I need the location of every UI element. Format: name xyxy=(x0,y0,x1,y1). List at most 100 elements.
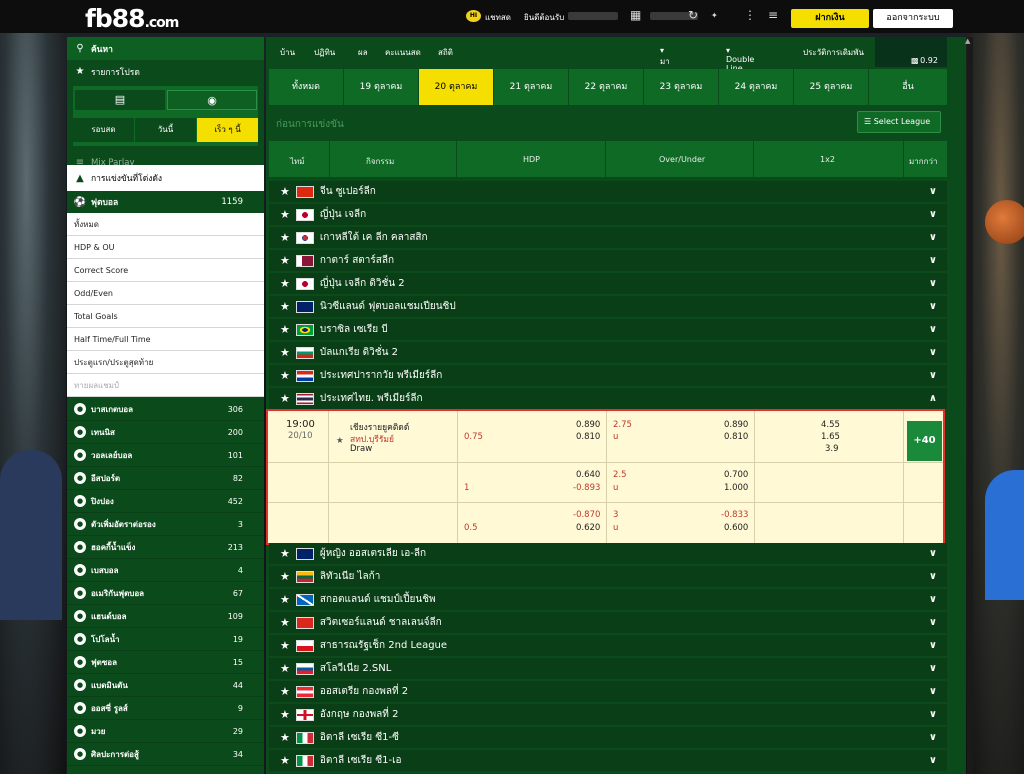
hdp-away-odds[interactable]: 0.810 xyxy=(576,432,600,442)
hdp-away-odds[interactable]: 0.620 xyxy=(576,523,600,533)
sport-item[interactable]: ● เทนนิส 200 xyxy=(67,421,264,444)
chevron-down-icon[interactable]: ∨ xyxy=(929,232,937,243)
under-odds[interactable]: 0.600 xyxy=(724,523,748,533)
deposit-button[interactable]: ฝากเงิน xyxy=(791,9,869,28)
league-row[interactable]: ★ อิตาลี เซเรีย ซี1-ซี ∨ xyxy=(269,727,947,749)
star-icon[interactable]: ★ xyxy=(280,300,290,313)
star-icon[interactable]: ★ xyxy=(280,685,290,698)
league-row[interactable]: ★ บัลแกเรีย ดิวิชั่น 2 ∨ xyxy=(269,342,947,364)
chevron-up-icon[interactable]: ∧ xyxy=(929,393,937,404)
sport-item[interactable]: ● ฟุตซอล 15 xyxy=(67,651,264,674)
chevron-down-icon[interactable]: ∨ xyxy=(929,686,937,697)
league-row[interactable]: ★ นิวซีแลนด์ ฟุตบอลแชมเปียนชิป ∨ xyxy=(269,296,947,318)
sport-item[interactable]: ● อเมริกันฟุตบอล 67 xyxy=(67,582,264,605)
league-row[interactable]: ★ ผู้หญิง ออสเตรเลีย เอ-ลีก ∨ xyxy=(269,543,947,565)
sport-item[interactable]: ● บาสเกตบอล 306 xyxy=(67,398,264,421)
odds-type-dropdown[interactable]: มาเลย์ ▾ xyxy=(660,46,672,79)
subtab-today[interactable]: วันนี้ xyxy=(135,118,196,142)
chevron-down-icon[interactable]: ∨ xyxy=(929,548,937,559)
hdp-home-odds[interactable]: 0.890 xyxy=(576,420,600,430)
chevron-down-icon[interactable]: ∨ xyxy=(929,209,937,220)
chevron-down-icon[interactable]: ∨ xyxy=(929,594,937,605)
chevron-down-icon[interactable]: ∨ xyxy=(929,278,937,289)
sport-item[interactable]: ● ปิงปอง 452 xyxy=(67,490,264,513)
over-odds[interactable]: -0.833 xyxy=(721,510,748,520)
balance-display[interactable]: ▩ 0.92 THB xyxy=(875,37,947,95)
chevron-down-icon[interactable]: ∨ xyxy=(929,663,937,674)
lottery-icon[interactable]: ✦ xyxy=(711,11,718,20)
sport-item[interactable]: ● มวย 29 xyxy=(67,720,264,743)
settings-icon[interactable]: ⋮ xyxy=(744,8,756,22)
refresh-icon[interactable]: ↻ xyxy=(688,8,698,22)
star-icon[interactable]: ★ xyxy=(280,254,290,267)
star-icon[interactable]: ★ xyxy=(280,277,290,290)
date-tab[interactable]: 23 ตุลาคม xyxy=(644,69,719,105)
home-win-odds[interactable]: 4.55 xyxy=(821,420,840,430)
league-row[interactable]: ★ ลิทัวเนีย ไลก้า ∨ xyxy=(269,566,947,588)
chat-icon[interactable]: HI xyxy=(466,10,481,22)
chevron-down-icon[interactable]: ∨ xyxy=(929,255,937,266)
soccer-sub-htft[interactable]: Half Time/Full Time xyxy=(67,328,264,351)
star-icon[interactable]: ★ xyxy=(280,570,290,583)
nav-results[interactable]: ผล xyxy=(358,46,368,59)
under-odds[interactable]: 1.000 xyxy=(724,483,748,493)
sport-item[interactable]: ● โปโลน้ำ 19 xyxy=(67,628,264,651)
logout-button[interactable]: ออกจากระบบ xyxy=(873,9,953,28)
sport-item[interactable]: ● แบดมินตัน 44 xyxy=(67,674,264,697)
draw-odds[interactable]: 3.9 xyxy=(825,444,839,454)
chevron-down-icon[interactable]: ∨ xyxy=(929,186,937,197)
favorite-star-icon[interactable]: ★ xyxy=(336,436,344,446)
star-icon[interactable]: ★ xyxy=(280,662,290,675)
chevron-down-icon[interactable]: ∨ xyxy=(929,732,937,743)
star-icon[interactable]: ★ xyxy=(280,346,290,359)
date-tab[interactable]: 21 ตุลาคม xyxy=(494,69,569,105)
chevron-down-icon[interactable]: ∨ xyxy=(929,640,937,651)
star-icon[interactable]: ★ xyxy=(280,754,290,767)
date-tab[interactable]: 25 ตุลาคม xyxy=(794,69,869,105)
chevron-down-icon[interactable]: ∨ xyxy=(929,571,937,582)
sport-item[interactable]: ● อีสปอร์ต 82 xyxy=(67,467,264,490)
chevron-down-icon[interactable]: ∨ xyxy=(929,370,937,381)
star-icon[interactable]: ★ xyxy=(280,708,290,721)
nav-stats[interactable]: สถิติ xyxy=(438,46,453,59)
soccer-sub-total-goals[interactable]: Total Goals xyxy=(67,305,264,328)
soccer-sub-all[interactable]: ทั้งหมด xyxy=(67,213,264,236)
star-icon[interactable]: ★ xyxy=(280,593,290,606)
sport-item[interactable]: ● ศิลปะการต่อสู้ 34 xyxy=(67,743,264,766)
sidebar-popular-matches[interactable]: ▲ การแข่งขันที่โด่งดัง xyxy=(67,165,264,191)
hdp-away-odds[interactable]: -0.893 xyxy=(573,483,600,493)
date-tab[interactable]: 24 ตุลาคม xyxy=(719,69,794,105)
star-icon[interactable]: ★ xyxy=(280,731,290,744)
live-chat-link[interactable]: แชทสด xyxy=(485,11,511,24)
site-logo[interactable]: fb88.com xyxy=(85,4,179,33)
bet-list-icon[interactable]: ≡ xyxy=(768,8,778,22)
star-icon[interactable]: ★ xyxy=(280,616,290,629)
tab-sports-view[interactable]: ◉ xyxy=(167,90,257,110)
star-icon[interactable]: ★ xyxy=(280,639,290,652)
away-win-odds[interactable]: 1.65 xyxy=(821,432,840,442)
chevron-down-icon[interactable]: ∨ xyxy=(929,347,937,358)
league-row[interactable]: ★ เกาหลีใต้ เค ลีก คลาสสิก ∨ xyxy=(269,227,947,249)
star-icon[interactable]: ★ xyxy=(280,323,290,336)
league-row[interactable]: ★ ออสเตรีย กองพลที่ 2 ∨ xyxy=(269,681,947,703)
subtab-upcoming[interactable]: เร็ว ๆ นี้ xyxy=(197,118,258,142)
league-row-expanded[interactable]: ★ ประเทศไทย. พรีเมียร์ลีก ∧ xyxy=(269,388,947,410)
sport-item[interactable]: ● วอลเลย์บอล 101 xyxy=(67,444,264,467)
star-icon[interactable]: ★ xyxy=(280,392,290,405)
account-card-icon[interactable]: ▦ xyxy=(630,8,641,22)
soccer-sub-odd-even[interactable]: Odd/Even xyxy=(67,282,264,305)
nav-home[interactable]: บ้าน xyxy=(280,46,295,59)
league-row[interactable]: ★ กาตาร์ สตาร์สลีก ∨ xyxy=(269,250,947,272)
tab-list-view[interactable]: ▤ xyxy=(75,90,165,110)
soccer-sub-outright[interactable]: ทายผลแชมป์ xyxy=(67,374,264,397)
star-icon[interactable]: ★ xyxy=(280,547,290,560)
sport-item[interactable]: ● แฮนด์บอล 109 xyxy=(67,605,264,628)
date-tab[interactable]: 19 ตุลาคม xyxy=(344,69,419,105)
nav-live-score[interactable]: คะแนนสด xyxy=(385,46,421,59)
star-icon[interactable]: ★ xyxy=(280,208,290,221)
star-icon[interactable]: ★ xyxy=(280,185,290,198)
sport-item[interactable]: ● เบสบอล 4 xyxy=(67,559,264,582)
scroll-up-icon[interactable]: ▲ xyxy=(965,37,975,47)
star-icon[interactable]: ★ xyxy=(280,369,290,382)
nav-calendar[interactable]: ปฏิทิน xyxy=(314,46,335,59)
